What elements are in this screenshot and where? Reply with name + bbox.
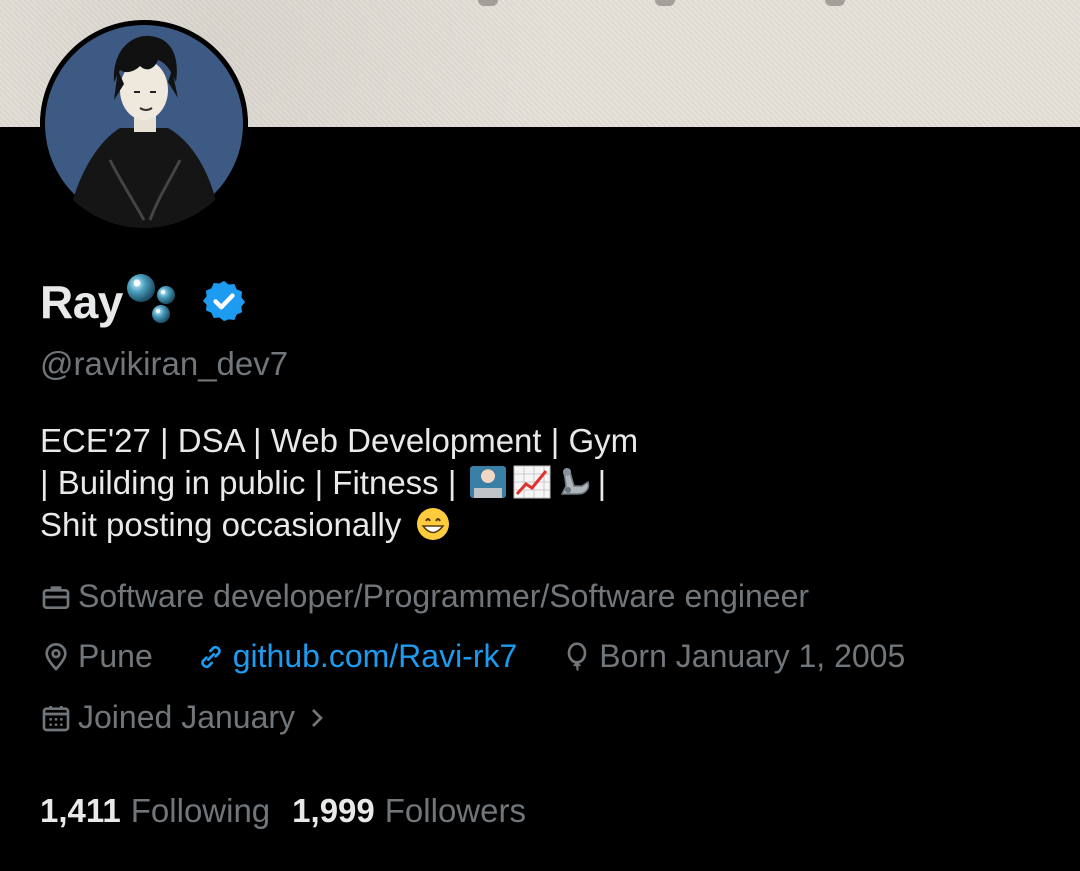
banner-detail xyxy=(478,0,498,6)
birthday-text: Born January 1, 2005 xyxy=(599,638,906,674)
balloon-icon xyxy=(567,641,587,671)
profile-joined-row[interactable]: Joined January xyxy=(40,699,335,736)
profile-category-row: Software developer/Programmer/Software e… xyxy=(40,578,809,615)
calendar-icon xyxy=(42,705,70,731)
bio-line-1: ECE'27 | DSA | Web Development | Gym xyxy=(40,422,639,459)
location-text: Pune xyxy=(78,638,153,674)
category-text: Software developer/Programmer/Software e… xyxy=(78,578,810,614)
profile-website-link[interactable]: github.com/Ravi-rk7 xyxy=(195,638,518,675)
briefcase-icon xyxy=(42,585,70,609)
bio-line-3: Shit posting occasionally xyxy=(40,504,1040,546)
grinning-face-emoji xyxy=(413,506,453,542)
banner-detail xyxy=(655,0,675,6)
profile-joined[interactable]: Joined January xyxy=(40,699,335,736)
chart-increasing-emoji xyxy=(512,464,552,500)
bio-line-2-end: | xyxy=(597,464,607,501)
website-text[interactable]: github.com/Ravi-rk7 xyxy=(233,638,518,675)
bio-line-3-text: Shit posting occasionally xyxy=(40,506,402,543)
joined-text: Joined January xyxy=(78,699,296,735)
banner-detail xyxy=(825,0,845,6)
following-label: Following xyxy=(130,792,271,829)
bio-line-2: | Building in public | Fitness | | xyxy=(40,462,1040,504)
technologist-emoji xyxy=(468,464,508,500)
chevron-right-icon[interactable] xyxy=(305,702,329,734)
profile-category: Software developer/Programmer/Software e… xyxy=(40,578,809,615)
followers-link[interactable]: 1,999 Followers xyxy=(292,792,526,830)
followers-label: Followers xyxy=(384,792,526,829)
bio-line-2-text: | Building in public | Fitness | xyxy=(40,464,457,501)
profile-birthday: Born January 1, 2005 xyxy=(561,638,905,675)
display-name: Ray xyxy=(40,276,123,328)
name-row: Ray xyxy=(40,272,247,332)
following-link[interactable]: 1,411 Following xyxy=(40,792,270,830)
profile-location: Pune xyxy=(40,638,153,675)
following-count: 1,411 xyxy=(40,792,121,829)
bubbles-emoji xyxy=(125,272,181,329)
profile-meta-row: Pune github.com/Ravi-rk7 Born January 1,… xyxy=(40,638,905,675)
profile-bio: ECE'27 | DSA | Web Development | Gym | B… xyxy=(40,420,1040,546)
profile-stats: 1,411 Following 1,999 Followers xyxy=(40,792,526,830)
profile-handle: @ravikiran_dev7 xyxy=(40,345,289,382)
mechanical-arm-emoji xyxy=(556,464,596,500)
location-pin-icon xyxy=(45,642,67,671)
profile-avatar[interactable] xyxy=(40,20,248,228)
verified-badge-icon[interactable] xyxy=(201,278,247,329)
link-icon xyxy=(201,645,221,668)
followers-count: 1,999 xyxy=(292,792,375,829)
profile-page: Ray @ravikiran_dev7 ECE'27 | DSA | Web D… xyxy=(0,0,1080,871)
